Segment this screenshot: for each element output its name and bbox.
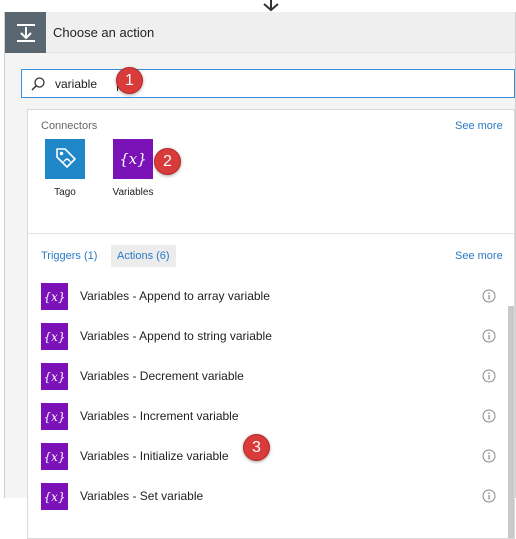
info-icon[interactable] xyxy=(482,489,496,503)
connector-label-variables: Variables xyxy=(112,187,154,198)
dialog-title: Choose an action xyxy=(53,25,155,40)
callout-badge-2: 2 xyxy=(154,148,181,175)
variables-icon: {x} xyxy=(41,443,68,470)
action-increment-variable[interactable]: {x} Variables - Increment variable xyxy=(28,397,498,437)
info-icon[interactable] xyxy=(482,449,496,463)
section-divider xyxy=(28,233,514,234)
choose-action-dialog: Choose an action variable Connectors See… xyxy=(4,12,516,539)
action-append-to-string-variable[interactable]: {x} Variables - Append to string variabl… xyxy=(28,317,498,357)
search-input[interactable]: variable xyxy=(21,69,515,98)
variables-icon: {x} xyxy=(41,483,68,510)
info-icon[interactable] xyxy=(482,409,496,423)
variables-icon: {x} xyxy=(41,363,68,390)
variables-icon: {x} xyxy=(41,403,68,430)
variables-icon: {x} xyxy=(113,139,153,179)
action-set-variable[interactable]: {x} Variables - Set variable xyxy=(28,477,498,517)
info-icon[interactable] xyxy=(482,329,496,343)
action-append-to-array-variable[interactable]: {x} Variables - Append to array variable xyxy=(28,277,498,317)
actions-see-more-link[interactable]: See more xyxy=(455,250,503,262)
info-icon[interactable] xyxy=(482,289,496,303)
info-icon[interactable] xyxy=(482,369,496,383)
callout-badge-3: 3 xyxy=(243,434,270,461)
action-decrement-variable[interactable]: {x} Variables - Decrement variable xyxy=(28,357,498,397)
connector-tago[interactable]: Tago xyxy=(35,139,95,209)
connectors-see-more-link[interactable]: See more xyxy=(455,120,503,132)
variables-icon: {x} xyxy=(41,323,68,350)
results-card: Connectors See more Tago {x} Variables T… xyxy=(27,109,515,539)
action-label: Variables - Decrement variable xyxy=(80,369,244,383)
tab-actions[interactable]: Actions (6) xyxy=(111,245,176,267)
action-label: Variables - Initialize variable xyxy=(80,449,229,463)
action-step-icon xyxy=(5,12,46,53)
actions-scrollbar[interactable] xyxy=(508,306,514,538)
connector-label-tago: Tago xyxy=(54,187,76,198)
tago-icon xyxy=(45,139,85,179)
dialog-header: Choose an action xyxy=(5,12,515,53)
connectors-section-label: Connectors xyxy=(41,120,98,132)
action-label: Variables - Set variable xyxy=(80,489,204,503)
action-label: Variables - Append to array variable xyxy=(80,289,270,303)
callout-badge-1: 1 xyxy=(116,67,143,94)
tab-triggers[interactable]: Triggers (1) xyxy=(41,245,97,267)
action-label: Variables - Append to string variable xyxy=(80,329,272,343)
action-label: Variables - Increment variable xyxy=(80,409,239,423)
search-value[interactable]: variable xyxy=(55,77,97,91)
dialog-body: variable Connectors See more Tago {x} Va… xyxy=(5,53,515,539)
search-icon xyxy=(31,77,45,91)
connector-variables[interactable]: {x} Variables xyxy=(103,139,163,209)
variables-icon: {x} xyxy=(41,283,68,310)
